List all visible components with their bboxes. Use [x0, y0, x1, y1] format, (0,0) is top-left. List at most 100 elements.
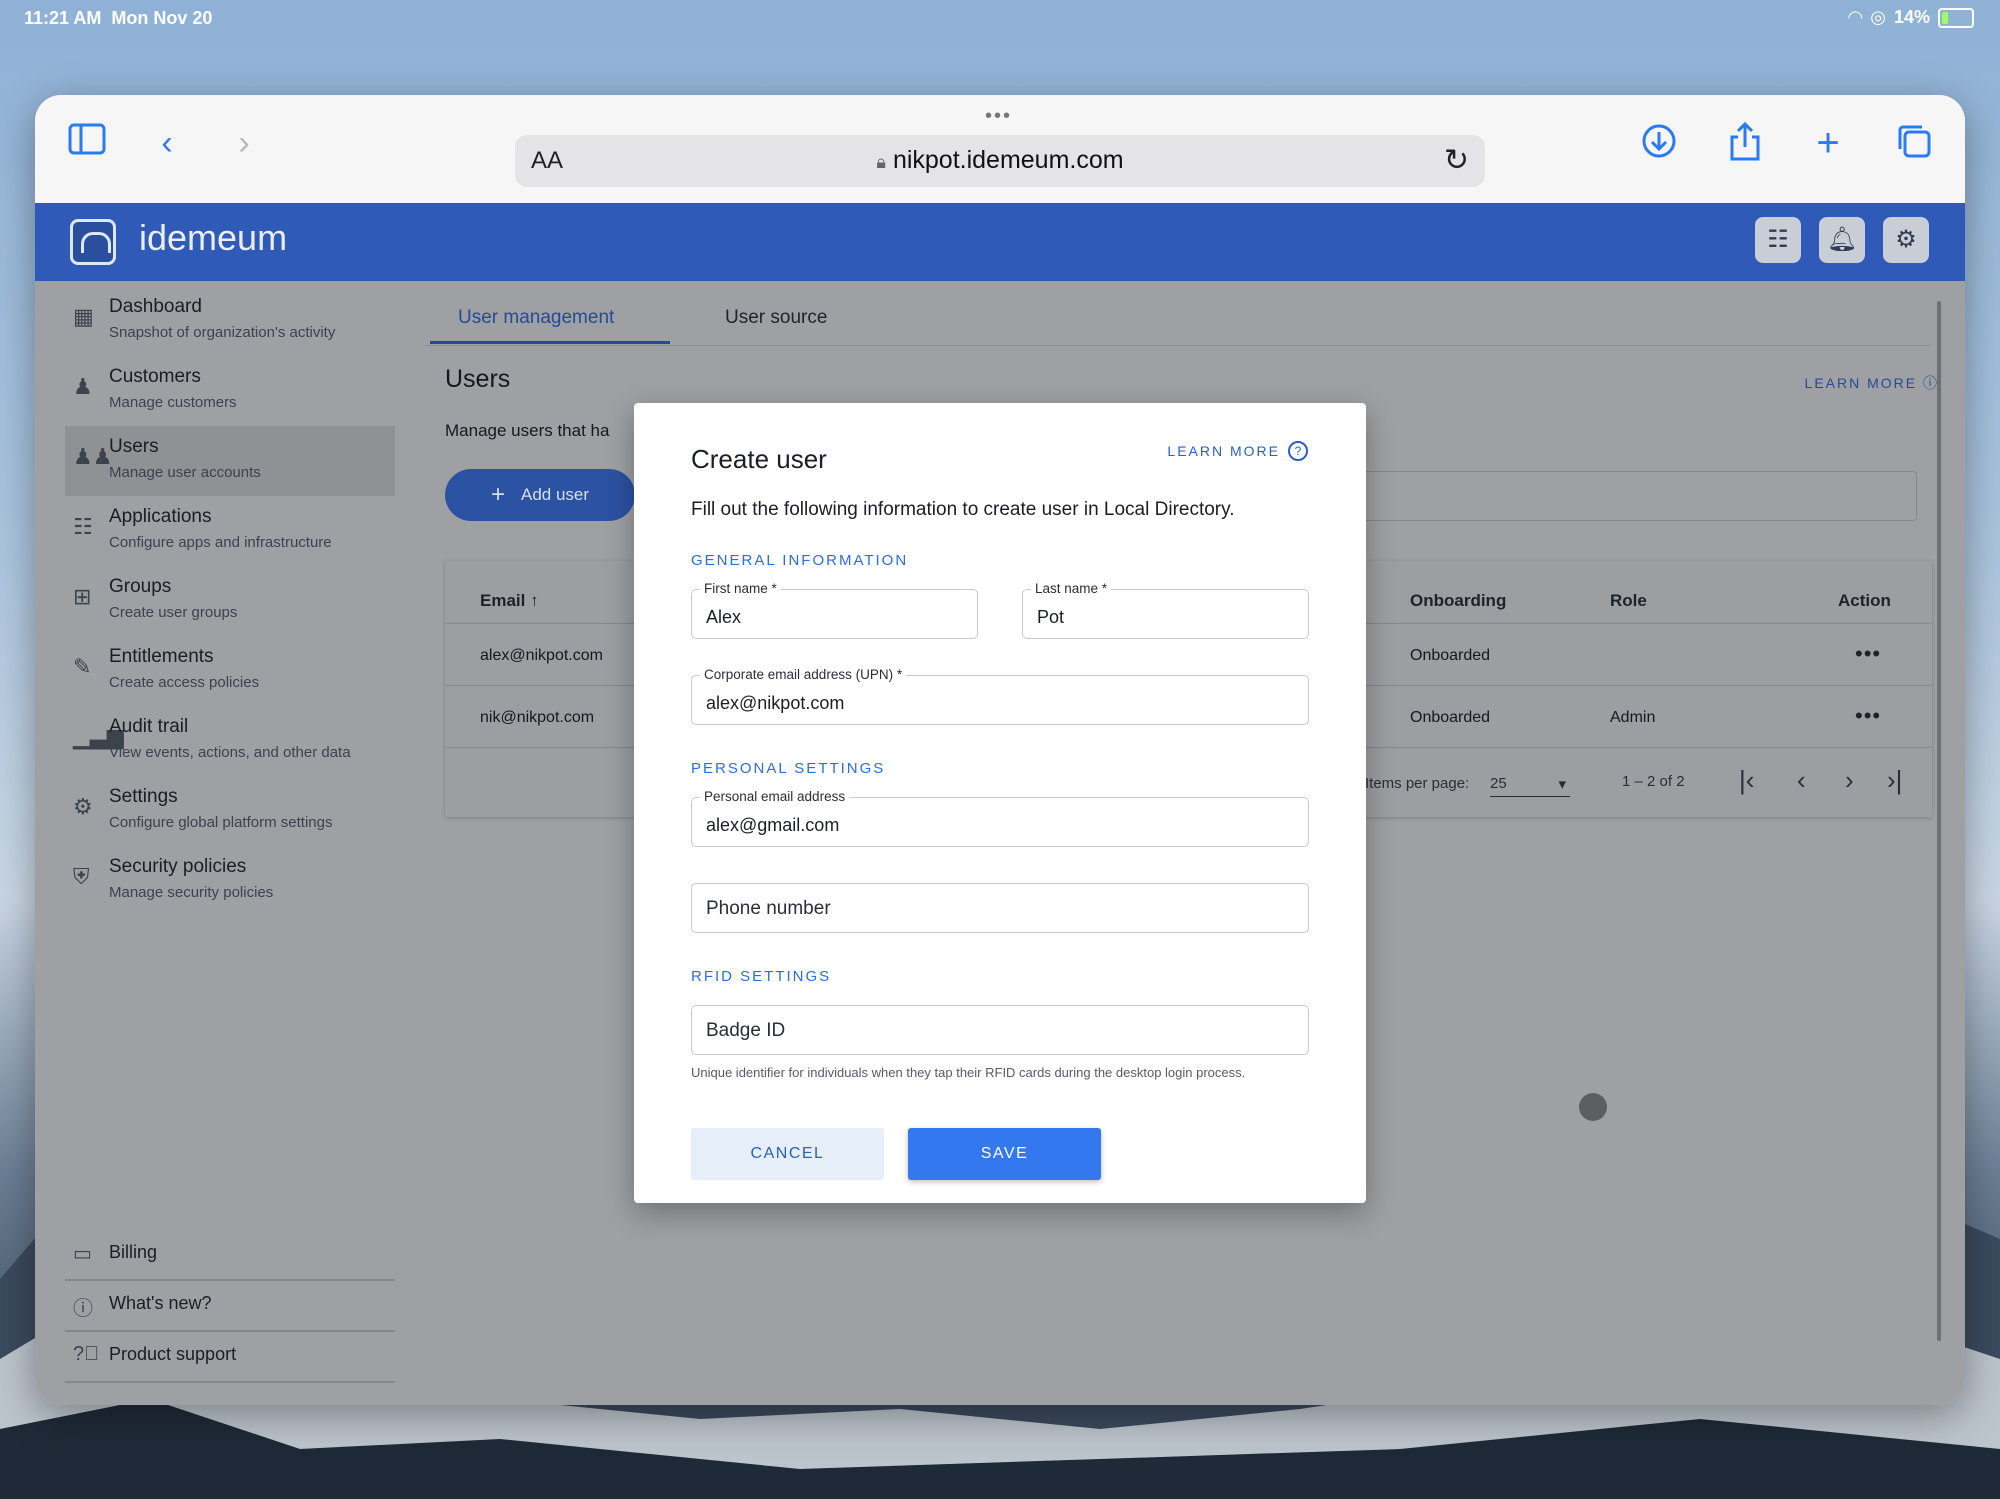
badge-id-field[interactable]: Badge ID — [691, 1005, 1309, 1055]
sort-arrow-up-icon: ↑ — [530, 591, 539, 610]
search-input[interactable] — [1325, 471, 1917, 521]
tab-user-management[interactable]: User management — [458, 307, 614, 329]
badge-id-placeholder: Badge ID — [706, 1020, 786, 1041]
column-header-onboarding[interactable]: Onboarding — [1410, 591, 1506, 611]
page-scrollbar[interactable] — [1937, 301, 1941, 1341]
address-bar[interactable]: AA 🔒︎ nikpot.idemeum.com ↻ — [515, 135, 1485, 187]
previous-page-icon[interactable]: ‹ — [1797, 765, 1806, 796]
page-title: Users — [445, 365, 511, 393]
new-tab-icon[interactable]: + — [1806, 123, 1850, 167]
last-page-icon[interactable]: ›| — [1887, 765, 1902, 796]
corporate-email-field[interactable]: Corporate email address (UPN) * alex@nik… — [691, 667, 1309, 725]
tabs-overview-icon[interactable] — [1892, 123, 1936, 167]
sidebar-item-title: Dashboard — [109, 296, 202, 317]
sidebar-item-product-support[interactable]: ?⃝ Product support — [65, 1331, 395, 1383]
more-actions-icon[interactable]: ••• — [1855, 703, 1881, 729]
lock-icon: 🔒︎ — [876, 152, 886, 172]
forward-icon[interactable]: › — [222, 123, 266, 167]
dialog-learn-more-link[interactable]: LEARN MORE? — [1167, 441, 1308, 461]
cancel-button[interactable]: CANCEL — [691, 1128, 884, 1180]
cell-onboarding: Onboarded — [1410, 709, 1491, 726]
phone-number-placeholder: Phone number — [706, 898, 831, 919]
sidebar-item-subtitle: Configure apps and infrastructure — [109, 534, 332, 551]
more-actions-icon[interactable]: ••• — [1855, 641, 1881, 667]
badge-id-hint: Unique identifier for individuals when t… — [691, 1065, 1246, 1080]
next-page-icon[interactable]: › — [1845, 765, 1854, 796]
sidebar-item-whats-new[interactable]: ⓘ What's new? — [65, 1280, 395, 1332]
dialog-title: Create user — [691, 444, 827, 474]
sidebar-item-entitlements[interactable]: ✎ Entitlements Create access policies — [65, 636, 395, 706]
personal-email-field[interactable]: Personal email address alex@gmail.com — [691, 789, 1309, 847]
first-name-field[interactable]: First name * Alex — [691, 581, 978, 639]
add-user-label: Add user — [521, 485, 590, 504]
corporate-email-label: Corporate email address (UPN) * — [700, 667, 907, 682]
billing-icon: ▭ — [73, 1243, 92, 1265]
sidebar-item-customers[interactable]: ♟ Customers Manage customers — [65, 356, 395, 426]
browser-toolbar: ••• ‹ › AA 🔒︎ nikpot.idemeum.com ↻ + — [35, 95, 1965, 203]
sidebar-item-groups[interactable]: ⊞ Groups Create user groups — [65, 566, 395, 636]
items-per-page-select[interactable]: 25 ▾ — [1490, 775, 1570, 797]
sidebar-item-title: Customers — [109, 366, 201, 387]
sidebar-item-subtitle: Manage customers — [109, 394, 237, 411]
first-name-value: Alex — [706, 607, 742, 627]
battery-icon — [1938, 7, 1974, 28]
personal-email-value: alex@gmail.com — [706, 815, 840, 835]
active-tab-indicator — [430, 341, 670, 344]
sidebar-item-subtitle: Snapshot of organization's activity — [109, 324, 336, 341]
dashboard-icon: ▦ — [73, 304, 94, 329]
sidebar-item-title: Users — [109, 436, 159, 457]
sidebar-toggle-icon[interactable] — [65, 123, 109, 167]
brand-name: idemeum — [139, 217, 288, 258]
sidebar-item-audit-trail[interactable]: ▁▃▆ Audit trail View events, actions, an… — [65, 706, 395, 776]
column-header-email[interactable]: Email ↑ — [480, 591, 539, 611]
learn-more-link[interactable]: LEARN MORE ⓘ — [1805, 373, 1939, 393]
settings-gear-icon[interactable]: ⚙ — [1883, 217, 1929, 263]
last-name-field[interactable]: Last name * Pot — [1022, 581, 1309, 639]
sidebar-footer-label: What's new? — [109, 1293, 212, 1313]
chevron-down-icon: ▾ — [1558, 776, 1566, 793]
orientation-lock-icon: ◎ — [1870, 7, 1886, 27]
multitask-dots-icon[interactable]: ••• — [985, 105, 1012, 128]
notifications-bell-icon[interactable]: 🔔︎ — [1819, 217, 1865, 263]
column-header-role[interactable]: Role — [1610, 591, 1647, 611]
back-icon[interactable]: ‹ — [145, 123, 189, 167]
share-icon[interactable] — [1723, 121, 1767, 165]
sidebar-footer-label: Billing — [109, 1242, 158, 1262]
sidebar-item-settings[interactable]: ⚙ Settings Configure global platform set… — [65, 776, 395, 846]
help-icon: ? — [1288, 441, 1308, 461]
sidebar-item-title: Settings — [109, 786, 178, 807]
corporate-email-value: alex@nikpot.com — [706, 693, 845, 713]
tab-user-source[interactable]: User source — [725, 307, 827, 329]
create-user-dialog: Create user LEARN MORE? Fill out the fol… — [634, 403, 1366, 1203]
sidebar-item-title: Applications — [109, 506, 212, 527]
sidebar-item-users[interactable]: ♟♟ Users Manage user accounts — [65, 426, 395, 496]
save-button[interactable]: SAVE — [908, 1128, 1101, 1180]
sidebar-nav: ▦ Dashboard Snapshot of organization's a… — [65, 281, 405, 1405]
cell-email: alex@nikpot.com — [480, 647, 603, 664]
customers-icon: ♟ — [73, 374, 93, 399]
sidebar-item-subtitle: Manage user accounts — [109, 464, 261, 481]
last-name-label: Last name * — [1031, 581, 1112, 596]
downloads-icon[interactable] — [1637, 123, 1681, 167]
sidebar-item-subtitle: Create access policies — [109, 674, 260, 691]
sidebar-item-title: Groups — [109, 576, 172, 597]
cell-role: Admin — [1610, 709, 1656, 726]
first-page-icon[interactable]: |‹ — [1739, 765, 1754, 796]
sidebar-item-subtitle: View events, actions, and other data — [109, 744, 351, 761]
sidebar-item-title: Audit trail — [109, 716, 189, 737]
sidebar-item-dashboard[interactable]: ▦ Dashboard Snapshot of organization's a… — [65, 286, 395, 356]
sidebar-item-subtitle: Configure global platform settings — [109, 814, 333, 831]
sidebar-item-applications[interactable]: ☷ Applications Configure apps and infras… — [65, 496, 395, 566]
sidebar-item-security-policies[interactable]: ⛨ Security policies Manage security poli… — [65, 846, 395, 916]
reload-icon[interactable]: ↻ — [1444, 143, 1469, 178]
sidebar-item-subtitle: Manage security policies — [109, 884, 274, 901]
sidebar-item-billing[interactable]: ▭ Billing — [65, 1229, 395, 1281]
phone-number-field[interactable]: Phone number — [691, 883, 1309, 933]
add-user-button[interactable]: + Add user — [445, 469, 635, 521]
items-per-page-label: Items per page: — [1365, 775, 1470, 792]
column-header-action: Action — [1838, 591, 1891, 610]
shield-icon: ⛨ — [73, 864, 90, 889]
app-header: idemeum ☷ 🔔︎ ⚙ — [35, 203, 1965, 281]
apps-grid-icon[interactable]: ☷ — [1755, 217, 1801, 263]
pagination-range: 1 – 2 of 2 — [1622, 773, 1685, 790]
